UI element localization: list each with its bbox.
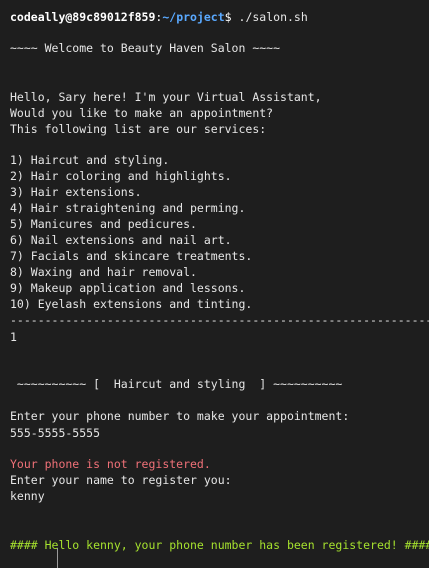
prompt-dollar: $ — [224, 10, 232, 24]
service-item: 6) Nail extensions and nail art. — [10, 233, 232, 247]
terminal-window[interactable]: codeally@89c89012f859:~/project$ ./salon… — [0, 0, 429, 568]
prompt-user-host: codeally@89c89012f859 — [10, 10, 156, 24]
intro-line: This following list are our services: — [10, 122, 267, 136]
text-cursor — [57, 548, 58, 568]
service-selection-input: 1 — [10, 330, 17, 344]
service-item: 1) Haircut and styling. — [10, 153, 170, 167]
service-item: 8) Waxing and hair removal. — [10, 265, 197, 279]
service-item: 3) Hair extensions. — [10, 185, 142, 199]
service-item: 4) Hair straightening and perming. — [10, 201, 246, 215]
service-item: 9) Makeup application and lessons. — [10, 281, 246, 295]
not-registered-message: Your phone is not registered. — [10, 457, 211, 471]
name-prompt: Enter your name to register you: — [10, 473, 232, 487]
intro-line: Hello, Sary here! I'm your Virtual Assis… — [10, 90, 322, 104]
intro-line: Would you like to make an appointment? — [10, 106, 274, 120]
divider-line: ----------------------------------------… — [10, 313, 429, 327]
prompt-path: ~/project — [162, 10, 225, 24]
service-header: ~~~~~~~~~~ [ Haircut and styling ] ~~~~~… — [10, 377, 343, 391]
registered-message: #### Hello kenny, your phone number has … — [10, 538, 429, 552]
welcome-banner: ~~~~ Welcome to Beauty Haven Salon ~~~~ — [10, 41, 281, 55]
command-prompt-line: codeally@89c89012f859:~/project$ ./salon… — [10, 9, 308, 25]
name-input-value: kenny — [10, 489, 45, 503]
prompt-command: ./salon.sh — [238, 10, 308, 24]
service-item: 5) Manicures and pedicures. — [10, 217, 197, 231]
phone-input-value: 555-5555-5555 — [10, 426, 101, 440]
phone-prompt: Enter your phone number to make your app… — [10, 409, 350, 423]
service-item: 10) Eyelash extensions and tinting. — [10, 297, 253, 311]
service-item: 2) Hair coloring and highlights. — [10, 169, 232, 183]
service-item: 7) Facials and skincare treatments. — [10, 249, 253, 263]
